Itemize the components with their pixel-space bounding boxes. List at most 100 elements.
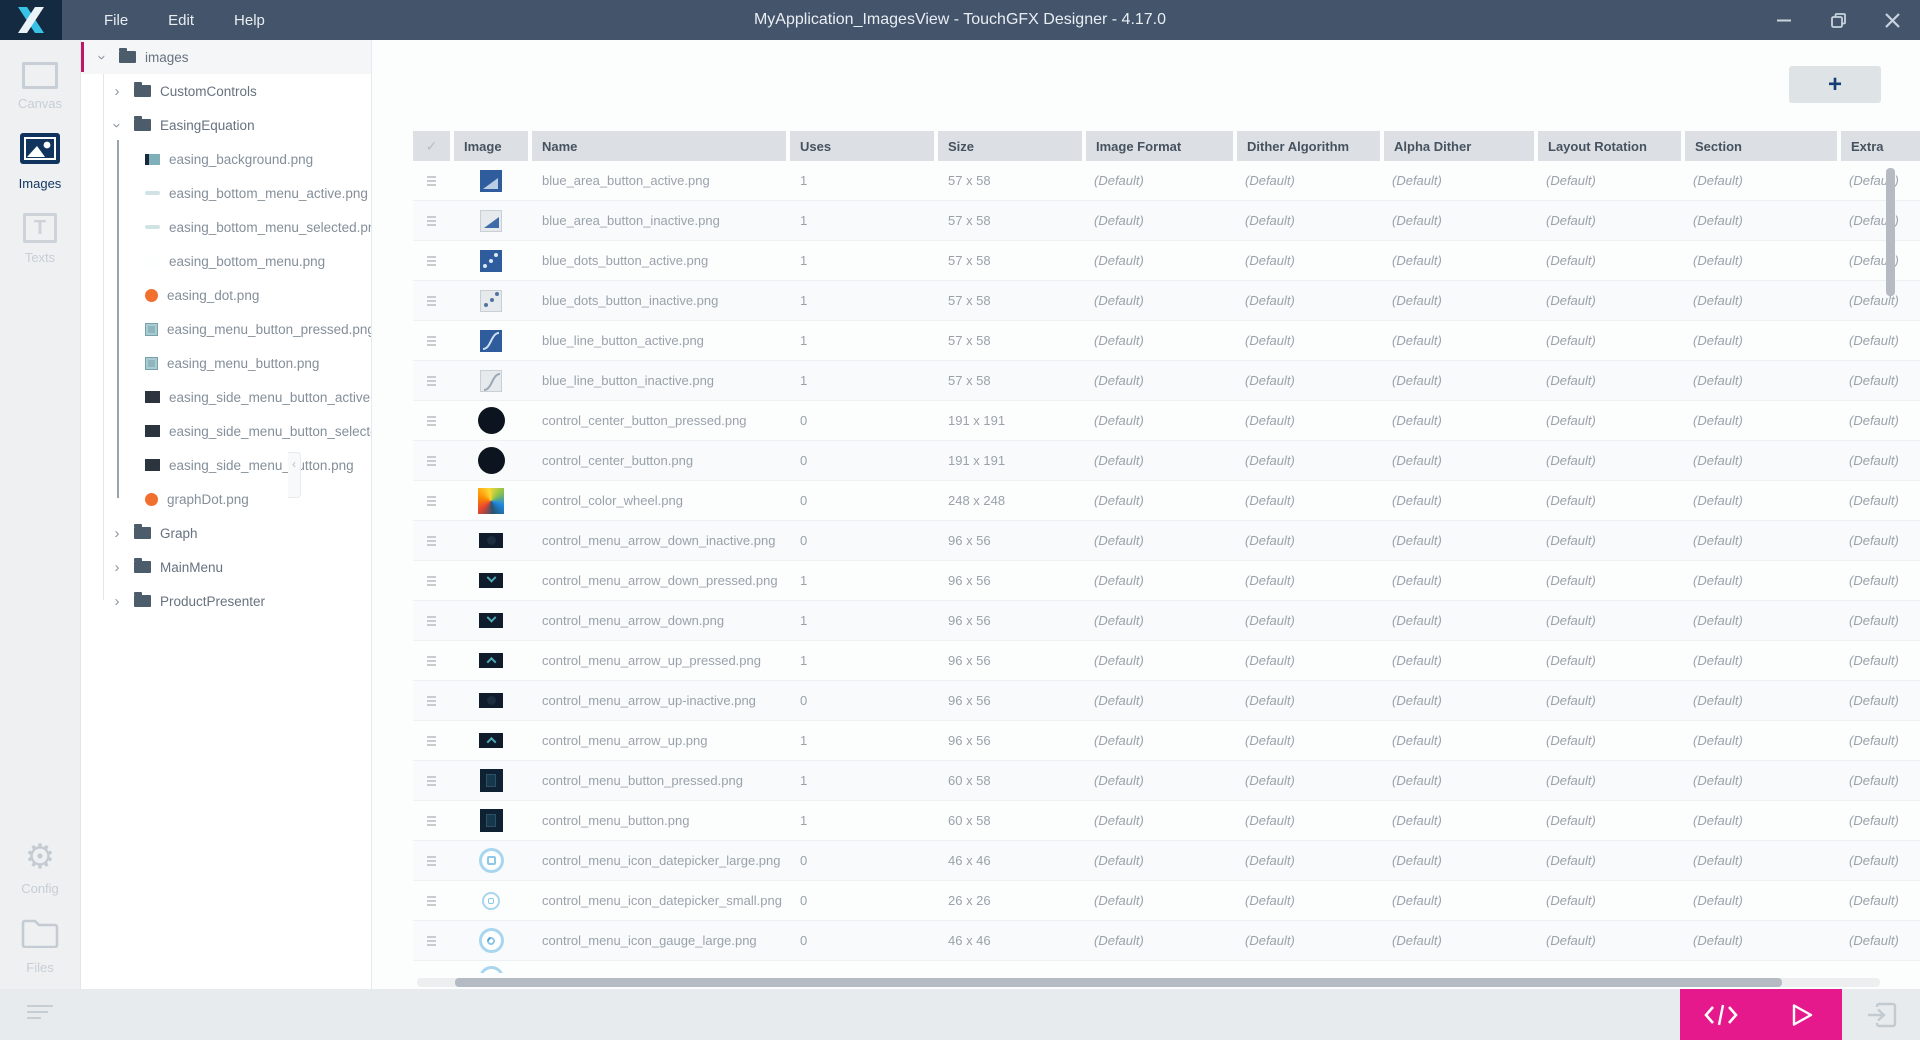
row-drag-handle[interactable]	[413, 376, 450, 386]
row-drag-handle[interactable]	[413, 536, 450, 546]
menu-edit[interactable]: Edit	[168, 12, 194, 29]
chevron-right-icon[interactable]: ›	[110, 559, 124, 576]
image-cell	[454, 573, 528, 588]
table-row[interactable]: control_menu_arrow_up.png196 x 56(Defaul…	[413, 721, 1920, 761]
chevron-right-icon[interactable]: ›	[110, 593, 124, 610]
tree-collapse-handle[interactable]: ‹	[288, 452, 301, 498]
tree-item[interactable]: easing_bottom_menu_active.png	[81, 176, 371, 210]
table-row[interactable]: control_menu_icon_datepicker_small.png02…	[413, 881, 1920, 921]
run-simulator-button[interactable]	[1761, 989, 1842, 1040]
default-value-cell: (Default)	[1237, 333, 1380, 348]
row-drag-handle[interactable]	[413, 416, 450, 426]
sidebar-item-texts[interactable]: TTexts	[0, 213, 80, 265]
table-row[interactable]: blue_dots_button_active.png157 x 58(Defa…	[413, 241, 1920, 281]
horizontal-scrollbar[interactable]	[455, 978, 1782, 987]
tree-folder-images[interactable]: ›images	[81, 40, 371, 74]
table-row[interactable]: control_menu_icon_datepicker_large.png04…	[413, 841, 1920, 881]
row-drag-handle[interactable]	[413, 176, 450, 186]
row-drag-handle[interactable]	[413, 456, 450, 466]
row-drag-handle[interactable]	[413, 576, 450, 586]
default-value-cell: (Default)	[1237, 773, 1380, 788]
vertical-scrollbar[interactable]	[1886, 168, 1895, 296]
table-row[interactable]: blue_line_button_inactive.png157 x 58(De…	[413, 361, 1920, 401]
folder-icon	[119, 51, 136, 63]
row-drag-handle[interactable]	[413, 296, 450, 306]
play-icon	[1790, 1003, 1814, 1027]
generate-code-button[interactable]	[1680, 989, 1761, 1040]
row-drag-handle[interactable]	[413, 216, 450, 226]
table-row[interactable]: control_menu_arrow_down_inactive.png096 …	[413, 521, 1920, 561]
tree-item[interactable]: easing_background.png	[81, 142, 371, 176]
row-drag-handle[interactable]	[413, 936, 450, 946]
tree-folder-ProductPresenter[interactable]: ›ProductPresenter	[81, 584, 371, 618]
table-row[interactable]: blue_line_button_active.png157 x 58(Defa…	[413, 321, 1920, 361]
sidebar-item-canvas[interactable]: Canvas	[0, 62, 80, 111]
sidebar-item-config[interactable]: ⚙Config	[0, 840, 80, 896]
row-drag-handle[interactable]	[413, 336, 450, 346]
image-cell	[454, 370, 528, 392]
tree-item[interactable]: easing_bottom_menu_selected.png	[81, 210, 371, 244]
table-row[interactable]: blue_dots_button_inactive.png157 x 58(De…	[413, 281, 1920, 321]
tree-item[interactable]: easing_side_menu_button.png	[81, 448, 371, 482]
chevron-right-icon[interactable]: ›	[110, 83, 124, 100]
row-drag-handle[interactable]	[413, 816, 450, 826]
menu-file[interactable]: File	[104, 12, 128, 29]
table-row[interactable]: control_menu_icon_gauge_large.png046 x 4…	[413, 921, 1920, 961]
table-row[interactable]: control_menu_arrow_down.png196 x 56(Defa…	[413, 601, 1920, 641]
tree-item[interactable]: easing_side_menu_button_active.png	[81, 380, 371, 414]
sidebar-item-images[interactable]: Images	[0, 133, 80, 191]
touchgfx-logo	[0, 0, 62, 40]
tree-item[interactable]: easing_menu_button_pressed.png	[81, 312, 371, 346]
row-drag-handle[interactable]	[413, 256, 450, 266]
close-icon[interactable]	[1880, 8, 1904, 32]
table-row[interactable]: control_menu_arrow_up_pressed.png196 x 5…	[413, 641, 1920, 681]
tree-item[interactable]: easing_bottom_menu.png	[81, 244, 371, 278]
table-row[interactable]: control_menu_arrow_up-inactive.png096 x …	[413, 681, 1920, 721]
select-all-checkbox[interactable]: ✓	[413, 131, 450, 161]
tree-item[interactable]: graphDot.png	[81, 482, 371, 516]
row-drag-handle[interactable]	[413, 616, 450, 626]
name-cell: control_menu_arrow_down.png	[532, 613, 786, 628]
tree-folder-MainMenu[interactable]: ›MainMenu	[81, 550, 371, 584]
table-row[interactable]: control_menu_button_pressed.png160 x 58(…	[413, 761, 1920, 801]
table-row[interactable]: control_color_wheel.png0248 x 248(Defaul…	[413, 481, 1920, 521]
menu-help[interactable]: Help	[234, 12, 265, 29]
table-row[interactable]: control_center_button_pressed.png0191 x …	[413, 401, 1920, 441]
add-image-button[interactable]: +	[1789, 66, 1881, 103]
uses-cell: 1	[790, 293, 934, 308]
tree-item[interactable]: easing_menu_button.png	[81, 346, 371, 380]
table-row[interactable]: blue_area_button_active.png157 x 58(Defa…	[413, 161, 1920, 201]
chevron-down-icon[interactable]: ›	[109, 118, 126, 132]
row-drag-handle[interactable]	[413, 736, 450, 746]
tree-item[interactable]: easing_side_menu_button_selected.png	[81, 414, 371, 448]
row-drag-handle[interactable]	[413, 696, 450, 706]
size-cell: 96 x 56	[938, 693, 1082, 708]
chevron-right-icon[interactable]: ›	[110, 525, 124, 542]
tree-folder-CustomControls[interactable]: ›CustomControls	[81, 74, 371, 108]
default-value-cell: (Default)	[1086, 333, 1233, 348]
table-row[interactable]: control_center_button.png0191 x 191(Defa…	[413, 441, 1920, 481]
row-drag-handle[interactable]	[413, 896, 450, 906]
table-row[interactable]: control_menu_arrow_down_pressed.png196 x…	[413, 561, 1920, 601]
chevron-down-icon[interactable]: ›	[94, 50, 111, 64]
image-thumbnail	[145, 357, 158, 370]
row-drag-handle[interactable]	[413, 776, 450, 786]
run-target-button[interactable]	[1852, 989, 1912, 1040]
row-drag-handle[interactable]	[413, 656, 450, 666]
default-value-cell: (Default)	[1086, 453, 1233, 468]
table-row[interactable]: control_menu_button.png160 x 58(Default)…	[413, 801, 1920, 841]
drag-handle-icon	[427, 936, 436, 946]
row-drag-handle[interactable]	[413, 856, 450, 866]
sidebar-item-files[interactable]: Files	[0, 918, 80, 975]
menu-icon[interactable]	[27, 1005, 53, 1019]
default-value-cell: (Default)	[1237, 693, 1380, 708]
minimize-icon[interactable]	[1772, 8, 1796, 32]
table-row[interactable]: blue_area_button_inactive.png157 x 58(De…	[413, 201, 1920, 241]
tree-folder-EasingEquation[interactable]: ›EasingEquation	[81, 108, 371, 142]
tree-item[interactable]: easing_dot.png	[81, 278, 371, 312]
row-drag-handle[interactable]	[413, 496, 450, 506]
image-thumbnail	[478, 447, 505, 474]
restore-icon[interactable]	[1826, 8, 1850, 32]
tree-folder-Graph[interactable]: ›Graph	[81, 516, 371, 550]
default-value-cell: (Default)	[1384, 453, 1534, 468]
